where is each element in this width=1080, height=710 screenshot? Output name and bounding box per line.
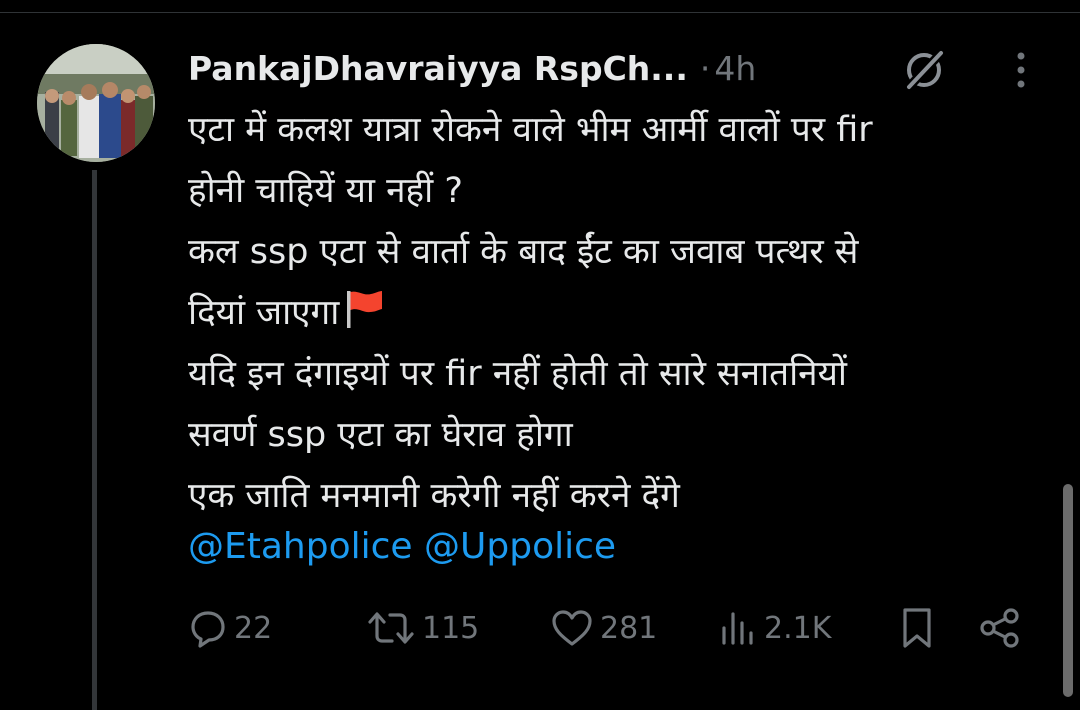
header-separator: · [699, 48, 711, 88]
reply-button[interactable]: 22 [188, 600, 272, 656]
avatar[interactable] [37, 44, 155, 162]
tweet-line-6: सवर्ण ssp एटा का घेराव होगा [188, 415, 573, 455]
tweet-line-3: कल ssp एटा से वार्ता के बाद ईंट का जवाब … [188, 232, 859, 272]
tweet-line-1: एटा में कलश यात्रा रोकने वाले भीम आर्मी … [188, 110, 873, 150]
tweet-text: एटा में कलश यात्रा रोकने वाले भीम आर्मी … [188, 100, 1038, 527]
share-icon [980, 608, 1019, 648]
tweet-line-5: यदि इन दंगाइयों पर fir नहीं होती तो सारे… [188, 354, 847, 394]
top-divider [0, 12, 1080, 13]
repost-count: 115 [422, 610, 480, 646]
repost-button[interactable]: 115 [366, 600, 479, 656]
like-count: 281 [600, 610, 658, 646]
repost-icon [368, 612, 414, 644]
tweet-actions: 22 115 281 2.1K [0, 600, 1080, 656]
tweet-line-4: दियां जाएगा [188, 283, 1038, 344]
views-button[interactable]: 2.1K [718, 600, 831, 656]
reply-count: 22 [234, 610, 273, 646]
like-icon [552, 610, 592, 646]
more-vertical-icon[interactable] [1008, 48, 1034, 92]
grok-icon[interactable] [900, 46, 948, 94]
reply-icon [191, 611, 225, 648]
scrollbar-thumb[interactable] [1063, 484, 1073, 697]
views-count: 2.1K [764, 610, 832, 646]
bookmark-icon [903, 608, 931, 648]
tweet-line-2: होनी चाहियें या नहीं ? [188, 171, 463, 211]
avatar-image [37, 44, 155, 162]
tweet-line-4-text: दियां जाएगा [188, 293, 340, 333]
views-icon [722, 612, 753, 645]
tweet-header: PankajDhavraiyya RspCh... · 4h [188, 40, 1048, 96]
share-button[interactable] [978, 600, 1022, 656]
red-flag-emoji-icon [347, 291, 383, 328]
tweet-timestamp[interactable]: 4h [714, 49, 756, 88]
author-name[interactable]: PankajDhavraiyya RspCh... [188, 49, 688, 88]
bookmark-button[interactable] [897, 600, 937, 656]
like-button[interactable]: 281 [550, 600, 657, 656]
mention-uppolice[interactable]: @Uppolice [424, 526, 616, 567]
mention-etahpolice[interactable]: @Etahpolice [188, 526, 413, 567]
tweet-mentions: @Etahpolice @Uppolice [188, 516, 616, 577]
